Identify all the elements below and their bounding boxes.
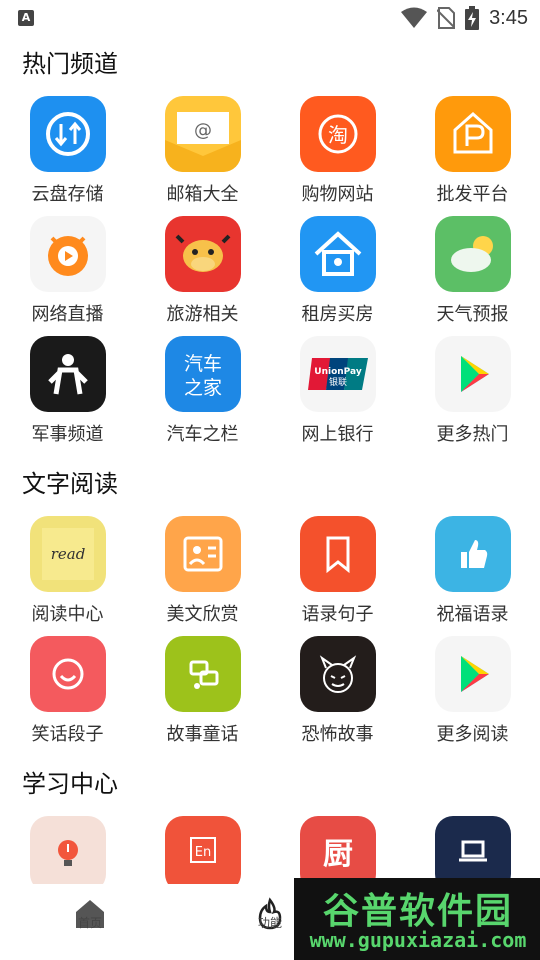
tile-more-hot[interactable]: 更多热门 xyxy=(405,336,540,456)
svg-text:@: @ xyxy=(194,120,212,141)
watermark-title: 谷普软件园 xyxy=(322,891,513,932)
notification-a-icon: A xyxy=(18,10,34,26)
tile-label: 购物网站 xyxy=(301,184,374,205)
tile-label: 旅游相关 xyxy=(166,304,239,325)
car-home-icon: 汽车 之家 xyxy=(165,336,241,412)
tile-horror[interactable]: 恐怖故事 xyxy=(270,636,405,756)
tile-jokes[interactable]: 笑话段子 xyxy=(0,636,135,756)
svg-text:淘: 淘 xyxy=(328,123,348,147)
tile-label: 笑话段子 xyxy=(31,724,104,745)
clock: 3:45 xyxy=(489,6,528,29)
svg-text:En: En xyxy=(195,845,211,860)
tile-label: 网上银行 xyxy=(301,424,374,445)
tile-label: 故事童话 xyxy=(166,724,239,745)
tile-essays[interactable]: 美文欣赏 xyxy=(135,516,270,636)
tile-label: 美文欣赏 xyxy=(166,604,239,625)
tile-military[interactable]: 军事频道 xyxy=(0,336,135,456)
tile-label: 更多热门 xyxy=(436,424,509,445)
play-store-icon xyxy=(435,636,511,712)
cloud-sync-icon xyxy=(30,96,106,172)
lightbulb-icon xyxy=(30,816,106,884)
status-bar: A 3:45 xyxy=(0,0,540,36)
tile-car[interactable]: 汽车 之家 汽车之栏 xyxy=(135,336,270,456)
chef-icon: 厨 xyxy=(300,816,376,884)
tile-label: 恐怖故事 xyxy=(301,724,374,745)
tile-shopping[interactable]: 淘 购物网站 xyxy=(270,96,405,216)
tile-label: 更多阅读 xyxy=(436,724,509,745)
english-icon: En xyxy=(165,816,241,884)
play-store-icon xyxy=(435,336,511,412)
battery-charging-icon xyxy=(465,6,480,30)
site-watermark: 谷普软件园 www.gupuxiazai.com xyxy=(294,878,540,960)
read-note-icon: read xyxy=(30,516,106,592)
tile-weather[interactable]: 天气预报 xyxy=(405,216,540,336)
tile-reading-center[interactable]: read 阅读中心 xyxy=(0,516,135,636)
tile-mailbox[interactable]: @ 邮箱大全 xyxy=(135,96,270,216)
house-icon xyxy=(300,216,376,292)
tab-label: 首页 xyxy=(77,916,102,930)
tile-more-reading[interactable]: 更多阅读 xyxy=(405,636,540,756)
tile-learning-idea[interactable] xyxy=(0,816,135,884)
tile-label: 军事频道 xyxy=(31,424,104,445)
story-icon xyxy=(165,636,241,712)
thumbs-up-icon xyxy=(435,516,511,592)
bookmark-icon xyxy=(300,516,376,592)
tile-label: 祝福语录 xyxy=(436,604,509,625)
watermark-url: www.gupuxiazai.com xyxy=(309,928,527,952)
tab-home[interactable]: 首页 xyxy=(0,884,180,960)
svg-text:厨: 厨 xyxy=(323,837,353,872)
tile-cloud-storage[interactable]: 云盘存储 xyxy=(0,96,135,216)
tiger-live-icon xyxy=(30,216,106,292)
taobao-icon: 淘 xyxy=(300,96,376,172)
status-icons: 3:45 xyxy=(401,6,528,30)
wholesale-p-icon xyxy=(435,96,511,172)
main-content: 热门频道 云盘存储 @ 邮箱大全 淘 购物网站 批发平台 网络直播 旅游相关 租… xyxy=(0,36,540,884)
smile-icon xyxy=(30,636,106,712)
mail-icon: @ xyxy=(165,96,241,172)
tile-label: 汽车之栏 xyxy=(166,424,239,445)
no-sim-icon xyxy=(437,7,456,29)
svg-text:UnionPay: UnionPay xyxy=(314,367,362,377)
tile-live-stream[interactable]: 网络直播 xyxy=(0,216,135,336)
tile-housing[interactable]: 租房买房 xyxy=(270,216,405,336)
section-title-learning: 学习中心 xyxy=(22,770,118,798)
tile-quotes[interactable]: 语录句子 xyxy=(270,516,405,636)
tile-learning-cooking[interactable]: 厨 xyxy=(270,816,405,884)
tile-label: 阅读中心 xyxy=(31,604,104,625)
soldier-icon xyxy=(30,336,106,412)
svg-text:银联: 银联 xyxy=(329,376,347,388)
tile-label: 网络直播 xyxy=(31,304,104,325)
tile-fairy-tales[interactable]: 故事童话 xyxy=(135,636,270,756)
section-title-hot-channels: 热门频道 xyxy=(22,50,118,78)
tile-label: 天气预报 xyxy=(436,304,509,325)
tile-label: 租房买房 xyxy=(301,304,374,325)
laptop-icon xyxy=(435,816,511,884)
svg-text:汽车: 汽车 xyxy=(184,353,222,375)
weather-cloud-icon xyxy=(435,216,511,292)
tile-online-bank[interactable]: UnionPay 银联 网上银行 xyxy=(270,336,405,456)
svg-text:read: read xyxy=(51,545,86,563)
tile-label: 批发平台 xyxy=(436,184,509,205)
tile-learning-english[interactable]: En xyxy=(135,816,270,884)
contact-card-icon xyxy=(165,516,241,592)
tile-label: 语录句子 xyxy=(301,604,374,625)
svg-text:之家: 之家 xyxy=(184,377,222,399)
wifi-icon xyxy=(401,7,428,28)
tile-learning-computer[interactable] xyxy=(405,816,540,884)
tile-label: 邮箱大全 xyxy=(166,184,239,205)
cow-icon xyxy=(165,216,241,292)
devil-icon xyxy=(300,636,376,712)
tile-wholesale[interactable]: 批发平台 xyxy=(405,96,540,216)
section-title-reading: 文字阅读 xyxy=(22,470,118,498)
tile-travel[interactable]: 旅游相关 xyxy=(135,216,270,336)
unionpay-icon: UnionPay 银联 xyxy=(300,336,376,412)
tile-blessings[interactable]: 祝福语录 xyxy=(405,516,540,636)
tile-label: 云盘存储 xyxy=(31,184,104,205)
